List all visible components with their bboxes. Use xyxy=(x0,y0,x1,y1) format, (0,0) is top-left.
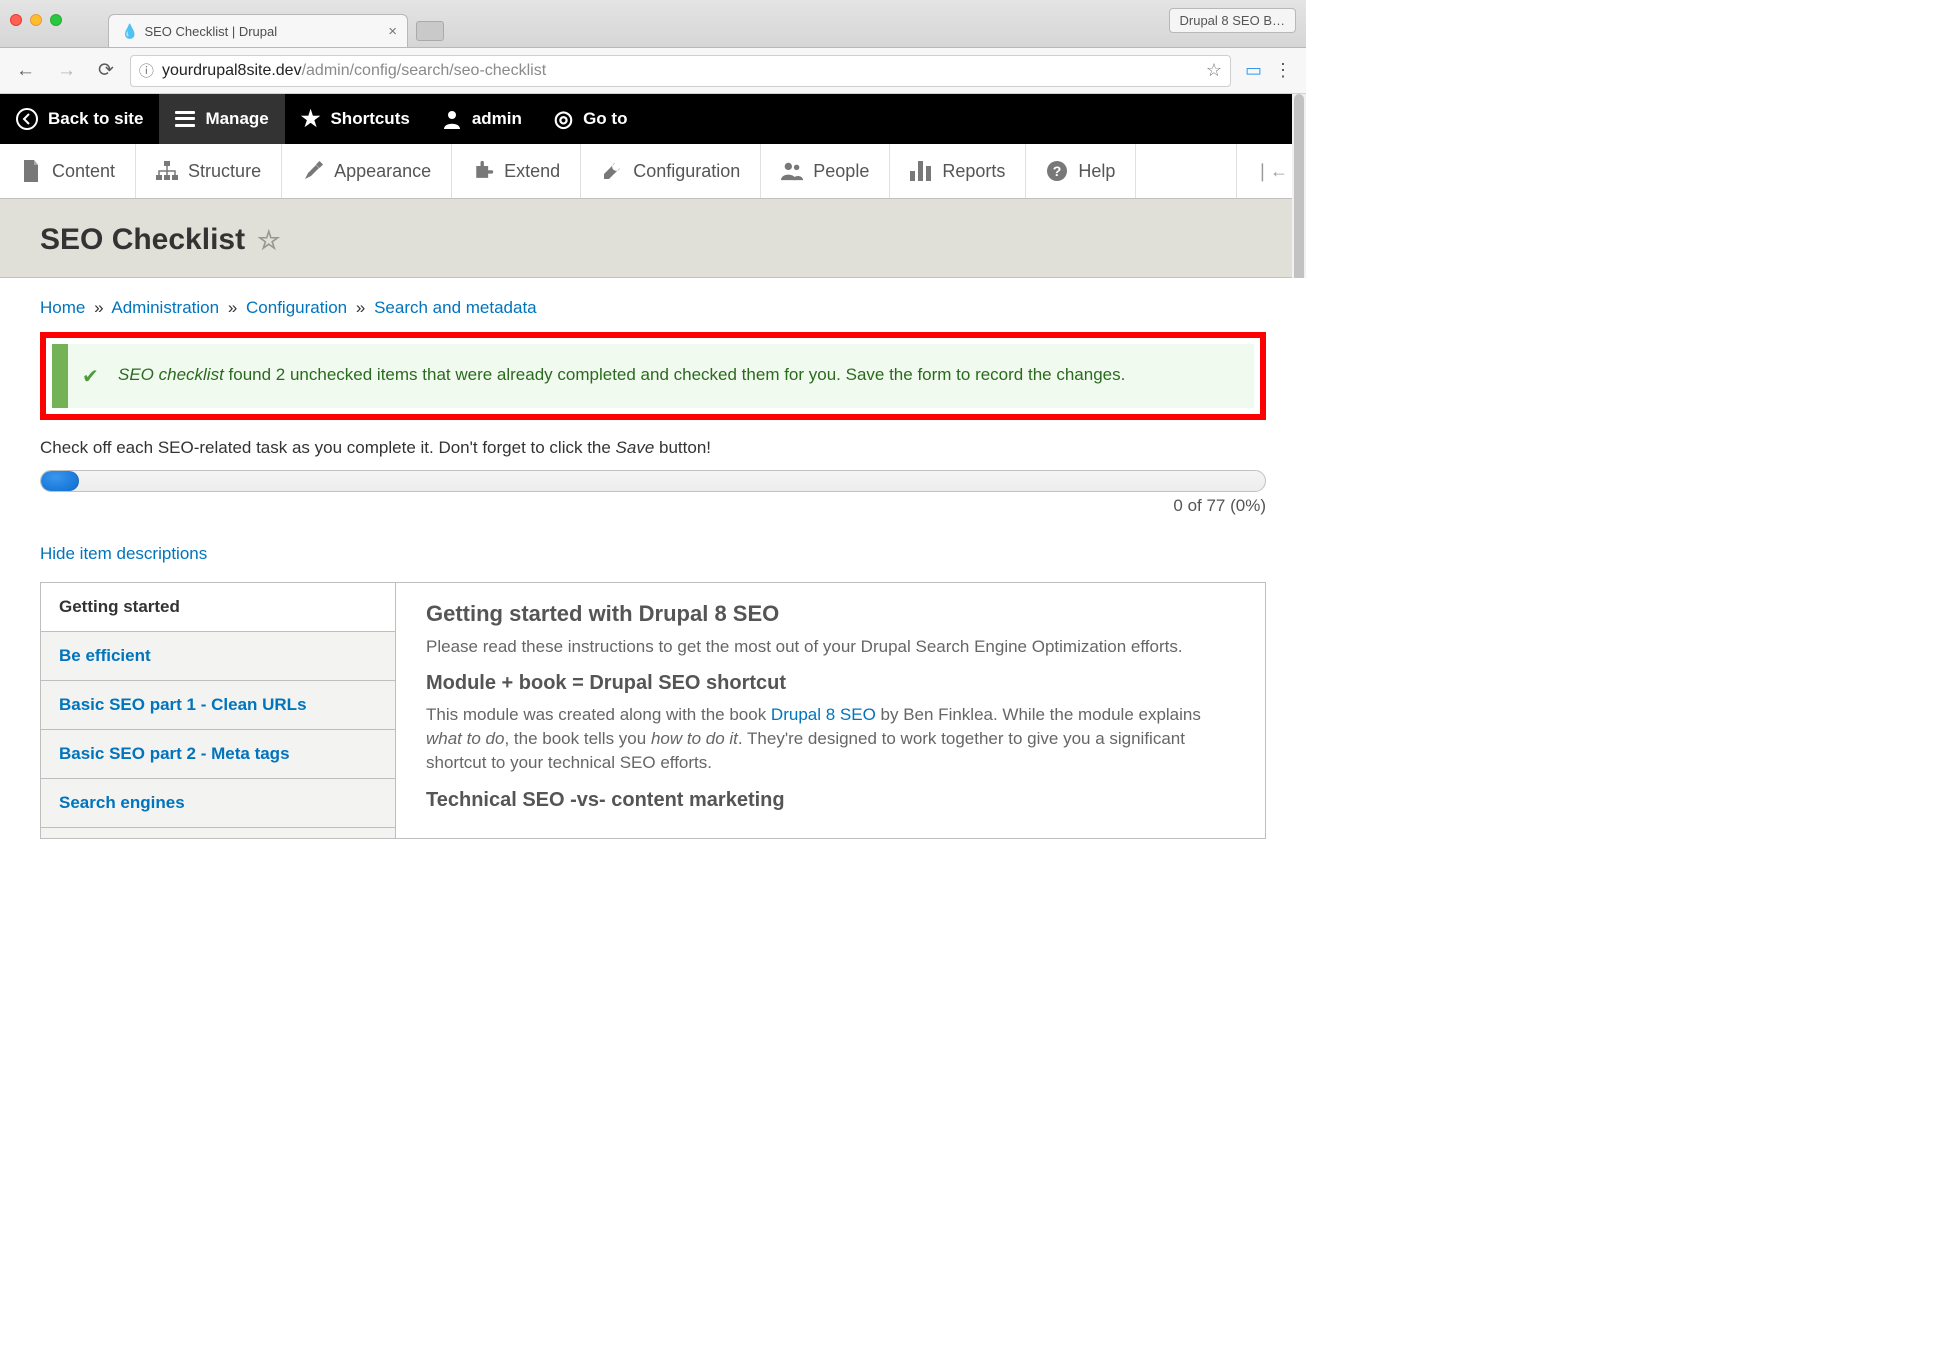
tab-getting-started[interactable]: Getting started xyxy=(41,583,395,632)
menu-reports[interactable]: Reports xyxy=(890,144,1026,198)
svg-text:?: ? xyxy=(1053,163,1062,179)
menu-people-label: People xyxy=(813,161,869,182)
back-to-site-link[interactable]: Back to site xyxy=(0,94,159,144)
menu-content[interactable]: Content xyxy=(0,144,136,198)
annotation-highlight: ✔ SEO checklist found 2 unchecked items … xyxy=(40,332,1266,420)
tab-search-engines[interactable]: Search engines xyxy=(41,779,395,828)
breadcrumb-home[interactable]: Home xyxy=(40,298,85,317)
extend-icon xyxy=(472,160,494,182)
breadcrumb-search[interactable]: Search and metadata xyxy=(374,298,537,317)
close-tab-icon[interactable]: × xyxy=(388,23,397,40)
menu-help-label: Help xyxy=(1078,161,1115,182)
back-to-site-label: Back to site xyxy=(48,109,143,129)
menu-appearance[interactable]: Appearance xyxy=(282,144,452,198)
drupal-toolbar: Back to site Manage ★ Shortcuts admin ◎ … xyxy=(0,94,1306,144)
toggle-descriptions-link[interactable]: Hide item descriptions xyxy=(40,544,207,564)
breadcrumb-config[interactable]: Configuration xyxy=(246,298,347,317)
admin-menu: Content Structure Appearance Extend Conf… xyxy=(0,144,1306,199)
tab-panel: Getting started with Drupal 8 SEO Please… xyxy=(396,583,1265,838)
address-bar[interactable]: ⓘ yourdrupal8site.dev/admin/config/searc… xyxy=(130,55,1231,87)
progress-fill xyxy=(41,471,79,491)
browser-toolbar: ← → ⟳ ⓘ yourdrupal8site.dev/admin/config… xyxy=(0,48,1306,94)
tab-clean-urls[interactable]: Basic SEO part 1 - Clean URLs xyxy=(41,681,395,730)
appearance-icon xyxy=(302,160,324,182)
structure-icon xyxy=(156,160,178,182)
vertical-tabs: Getting started Be efficient Basic SEO p… xyxy=(41,583,396,838)
url-host: yourdrupal8site.dev xyxy=(162,62,302,79)
page-header: SEO Checklist ☆ xyxy=(0,199,1306,278)
back-button[interactable]: ← xyxy=(10,56,41,86)
vertical-tabs-container: Getting started Be efficient Basic SEO p… xyxy=(40,582,1266,839)
manage-menu[interactable]: Manage xyxy=(159,94,284,144)
page-title: SEO Checklist xyxy=(40,223,245,257)
tab-title: SEO Checklist | Drupal xyxy=(144,24,277,39)
status-text: found 2 unchecked items that were alread… xyxy=(224,365,1126,384)
menu-structure-label: Structure xyxy=(188,161,261,182)
favorite-star-icon[interactable]: ☆ xyxy=(257,225,280,256)
menu-reports-label: Reports xyxy=(942,161,1005,182)
shortcuts-label: Shortcuts xyxy=(330,109,409,129)
site-info-icon[interactable]: ⓘ xyxy=(139,60,154,81)
panel-subheading-1: Module + book = Drupal SEO shortcut xyxy=(426,672,1235,695)
menu-appearance-label: Appearance xyxy=(334,161,431,182)
menu-extend-label: Extend xyxy=(504,161,560,182)
menu-people[interactable]: People xyxy=(761,144,890,198)
status-message: ✔ SEO checklist found 2 unchecked items … xyxy=(52,344,1254,408)
breadcrumb: Home » Administration » Configuration » … xyxy=(40,294,1266,332)
breadcrumb-admin[interactable]: Administration xyxy=(111,298,219,317)
panel-heading: Getting started with Drupal 8 SEO xyxy=(426,601,1235,627)
back-arrow-icon xyxy=(16,108,38,130)
content-icon xyxy=(20,160,42,182)
responsive-icon[interactable]: ▭ xyxy=(1245,60,1262,81)
status-prefix: SEO checklist xyxy=(118,365,224,384)
menu-configuration[interactable]: Configuration xyxy=(581,144,761,198)
collapse-icon: ❘← xyxy=(1255,161,1288,182)
tab-meta-tags[interactable]: Basic SEO part 2 - Meta tags xyxy=(41,730,395,779)
reload-button[interactable]: ⟳ xyxy=(92,55,120,86)
menu-structure[interactable]: Structure xyxy=(136,144,282,198)
help-icon: ? xyxy=(1046,160,1068,182)
browser-menu-icon[interactable]: ⋮ xyxy=(1274,60,1292,81)
goto-menu[interactable]: ◎ Go to xyxy=(538,94,644,144)
drupal-8-seo-link[interactable]: Drupal 8 SEO xyxy=(771,705,876,724)
minimize-window-button[interactable] xyxy=(30,14,42,26)
checkmark-icon: ✔ xyxy=(82,362,99,392)
menu-configuration-label: Configuration xyxy=(633,161,740,182)
forward-button[interactable]: → xyxy=(51,56,82,86)
url-path: /admin/config/search/seo-checklist xyxy=(302,62,547,79)
hamburger-icon xyxy=(175,111,195,127)
browser-tab[interactable]: 💧 SEO Checklist | Drupal × xyxy=(108,14,408,47)
target-icon: ◎ xyxy=(554,106,573,132)
progress-bar xyxy=(40,470,1266,492)
admin-user-menu[interactable]: admin xyxy=(426,94,538,144)
panel-paragraph-2: This module was created along with the b… xyxy=(426,703,1235,774)
progress-text: 0 of 77 (0%) xyxy=(40,496,1266,516)
menu-help[interactable]: ? Help xyxy=(1026,144,1136,198)
user-icon xyxy=(442,109,462,129)
user-profile-button[interactable]: Drupal 8 SEO B… xyxy=(1169,8,1297,33)
admin-user-label: admin xyxy=(472,109,522,129)
drupal-favicon-icon: 💧 xyxy=(121,23,138,40)
shortcuts-menu[interactable]: ★ Shortcuts xyxy=(285,94,426,144)
people-icon xyxy=(781,160,803,182)
new-tab-button[interactable] xyxy=(416,21,444,41)
reports-icon xyxy=(910,160,932,182)
browser-titlebar: 💧 SEO Checklist | Drupal × Drupal 8 SEO … xyxy=(0,0,1306,48)
maximize-window-button[interactable] xyxy=(50,14,62,26)
close-window-button[interactable] xyxy=(10,14,22,26)
manage-label: Manage xyxy=(205,109,268,129)
bookmark-star-icon[interactable]: ☆ xyxy=(1206,60,1222,81)
window-controls xyxy=(10,14,62,26)
intro-text: Check off each SEO-related task as you c… xyxy=(40,432,1266,470)
goto-label: Go to xyxy=(583,109,627,129)
tab-be-efficient[interactable]: Be efficient xyxy=(41,632,395,681)
menu-content-label: Content xyxy=(52,161,115,182)
star-icon: ★ xyxy=(301,106,321,132)
panel-subheading-2: Technical SEO -vs- content marketing xyxy=(426,789,1235,812)
panel-paragraph-1: Please read these instructions to get th… xyxy=(426,635,1235,659)
menu-extend[interactable]: Extend xyxy=(452,144,581,198)
configuration-icon xyxy=(601,160,623,182)
